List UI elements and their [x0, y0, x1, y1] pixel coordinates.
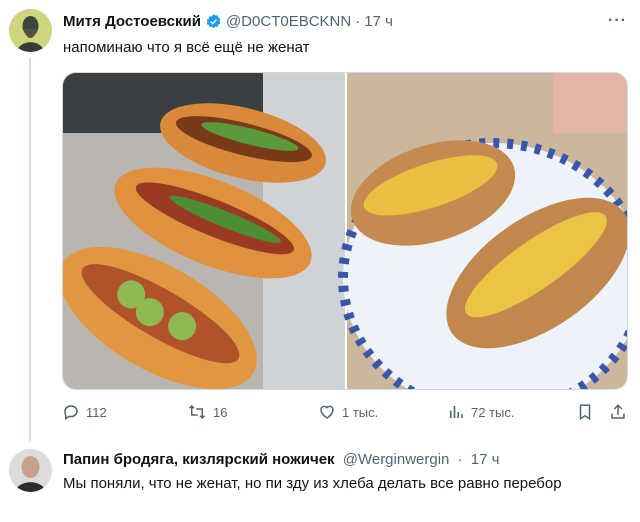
- reply-time[interactable]: 17 ч: [471, 451, 500, 468]
- tweet-time[interactable]: 17 ч: [364, 13, 393, 30]
- verified-badge-icon: [205, 13, 222, 30]
- thread-line: [29, 58, 31, 441]
- reply-author-name[interactable]: Папин бродяга, кизлярский ножичек: [63, 451, 335, 468]
- reply-author-avatar[interactable]: [9, 449, 52, 492]
- share-icon: [611, 404, 625, 419]
- reply-text: Мы поняли, что не женат, но пи зду из хл…: [63, 475, 562, 492]
- action-bar: 112 16 1 тыс. 72 тыс.: [62, 403, 628, 425]
- views-count: 72 тыс.: [471, 404, 515, 420]
- retweet-button[interactable]: 16: [187, 403, 227, 421]
- media-photos: [63, 73, 627, 389]
- left-photo: [63, 73, 345, 389]
- like-count: 1 тыс.: [342, 404, 379, 420]
- author-name[interactable]: Митя Достоевский: [63, 13, 201, 30]
- header-separator: ·: [355, 13, 361, 30]
- reply-count: 112: [86, 404, 107, 420]
- tweet-media[interactable]: [62, 72, 628, 390]
- reply-separator: ·: [457, 451, 463, 468]
- reply-icon: [64, 405, 78, 421]
- retweet-icon: [188, 404, 206, 420]
- tweet-header: Митя Достоевский @D0CT0EBCKNN · 17 ч: [63, 13, 393, 30]
- reply-button[interactable]: 112: [62, 403, 107, 421]
- share-button[interactable]: [609, 403, 633, 421]
- right-photo: [338, 73, 627, 389]
- more-horizontal-icon[interactable]: ···: [608, 12, 627, 30]
- heart-icon: [320, 405, 334, 419]
- author-handle[interactable]: @D0CT0EBCKNN: [226, 13, 351, 30]
- like-button[interactable]: 1 тыс.: [318, 403, 378, 421]
- bookmark-button[interactable]: [577, 403, 599, 421]
- bookmark-icon: [579, 404, 591, 421]
- retweet-count: 16: [213, 404, 228, 420]
- tweet-text: напоминаю что я всё ещё не женат: [63, 39, 310, 56]
- reply-author-handle[interactable]: @Werginwergin: [343, 451, 450, 468]
- views-chart-icon: [449, 406, 463, 418]
- reply-header: Папин бродяга, кизлярский ножичек @Wergi…: [63, 451, 499, 468]
- author-avatar[interactable]: [9, 9, 52, 52]
- views-button[interactable]: 72 тыс.: [447, 403, 514, 421]
